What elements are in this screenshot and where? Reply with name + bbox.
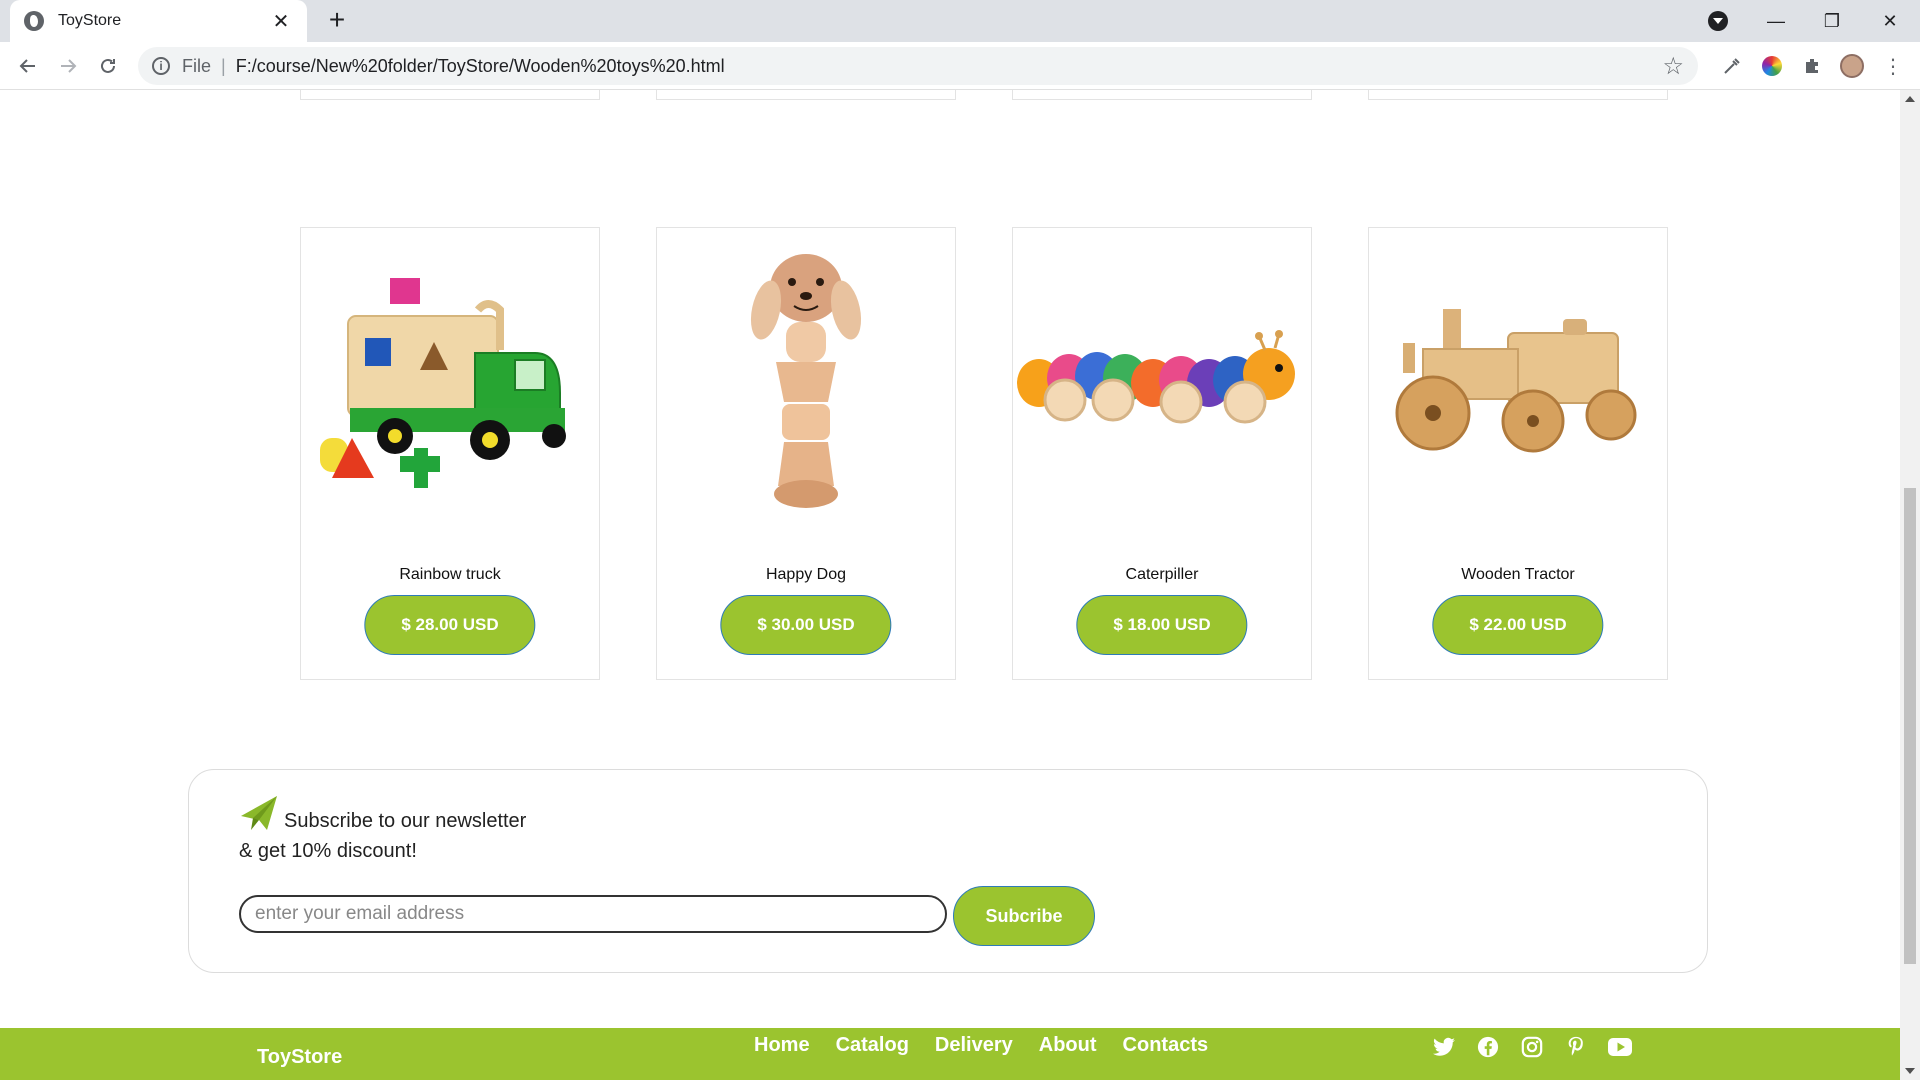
scheme-label: File [182,55,212,76]
footer-nav: Home Catalog Delivery About Contacts [754,1034,1208,1057]
wooden-tractor-image[interactable] [1369,228,1667,538]
profile-avatar[interactable] [1839,53,1865,79]
new-tab-button[interactable]: + [322,6,352,36]
nav-about[interactable]: About [1039,1034,1097,1057]
social-links [1432,1035,1632,1059]
tab-title: ToyStore [58,12,122,29]
bookmark-star-icon[interactable]: ☆ [1662,52,1684,81]
nav-delivery[interactable]: Delivery [935,1034,1013,1057]
close-window-button[interactable]: ✕ [1862,0,1918,42]
product-card[interactable]: Happy Dog $ 30.00 USD [656,227,956,680]
youtube-icon[interactable] [1608,1035,1632,1059]
scroll-up-icon[interactable] [1905,96,1915,102]
wooden-dog-image[interactable] [657,228,955,538]
menu-dots-icon[interactable]: ⋮ [1880,53,1906,79]
product-card-stub [300,90,600,100]
caterpillar-image[interactable] [1013,228,1311,538]
price-button[interactable]: $ 28.00 USD [364,595,536,655]
toy-truck-image[interactable] [301,228,599,538]
product-card-stub [1368,90,1668,100]
facebook-icon[interactable] [1476,1035,1500,1059]
reload-icon [101,58,115,73]
scrollbar-thumb[interactable] [1904,488,1916,964]
product-name: Wooden Tractor [1461,566,1575,583]
eyedropper-icon[interactable] [1719,53,1745,79]
twitter-icon[interactable] [1432,1035,1456,1059]
page-scrollbar[interactable] [1900,90,1920,1080]
price-button[interactable]: $ 18.00 USD [1076,595,1248,655]
address-bar[interactable]: i File | F:/course/New%20folder/ToyStore… [138,47,1698,85]
tab-close-icon[interactable]: ✕ [269,9,293,34]
nav-home[interactable]: Home [754,1034,810,1057]
reload-button[interactable] [92,50,124,82]
info-icon[interactable]: i [152,57,170,75]
paper-plane-icon [241,796,277,830]
price-button[interactable]: $ 22.00 USD [1432,595,1604,655]
subscribe-button[interactable]: Subcribe [953,886,1095,946]
arrow-left-icon [19,59,35,73]
minimize-button[interactable]: — [1748,0,1804,42]
product-card[interactable]: Wooden Tractor $ 22.00 USD [1368,227,1668,680]
footer-logo[interactable]: ToyStore [257,1046,342,1069]
color-picker-icon[interactable] [1759,53,1785,79]
nav-catalog[interactable]: Catalog [836,1034,909,1057]
footer: ToyStore Home Catalog Delivery About Con… [0,1028,1900,1080]
globe-icon [24,11,44,31]
newsletter-heading: Subscribe to our newsletter [284,810,527,832]
email-field[interactable] [239,895,947,933]
page-viewport: Rainbow truck $ 28.00 USD Happy Dog $ 30… [0,90,1900,1080]
product-card-stub [1012,90,1312,100]
product-name: Caterpiller [1125,566,1199,583]
product-card[interactable]: Caterpiller $ 18.00 USD [1012,227,1312,680]
forward-button[interactable] [52,50,84,82]
product-card[interactable]: Rainbow truck $ 28.00 USD [300,227,600,680]
price-button[interactable]: $ 30.00 USD [720,595,892,655]
pinterest-icon[interactable] [1564,1035,1588,1059]
browser-tab[interactable]: ToyStore ✕ [10,0,307,42]
extensions-icon[interactable] [1799,53,1825,79]
back-button[interactable] [12,50,44,82]
instagram-icon[interactable] [1520,1035,1544,1059]
arrow-right-icon [61,59,77,73]
product-card-stub [656,90,956,100]
restore-button[interactable]: ❐ [1804,0,1860,42]
tab-search-icon[interactable] [1708,11,1728,31]
url-text[interactable]: F:/course/New%20folder/ToyStore/Wooden%2… [236,56,1663,77]
newsletter-subheading: & get 10% discount! [239,840,417,862]
product-name: Rainbow truck [399,566,501,583]
product-name: Happy Dog [765,566,847,583]
scroll-down-icon[interactable] [1905,1068,1915,1074]
browser-toolbar: i File | F:/course/New%20folder/ToyStore… [0,42,1920,90]
nav-contacts[interactable]: Contacts [1123,1034,1209,1057]
browser-tab-bar: ToyStore ✕ + — ❐ ✕ [0,0,1920,42]
separator: | [221,55,226,76]
newsletter-box: Subscribe to our newsletter & get 10% di… [188,769,1708,973]
